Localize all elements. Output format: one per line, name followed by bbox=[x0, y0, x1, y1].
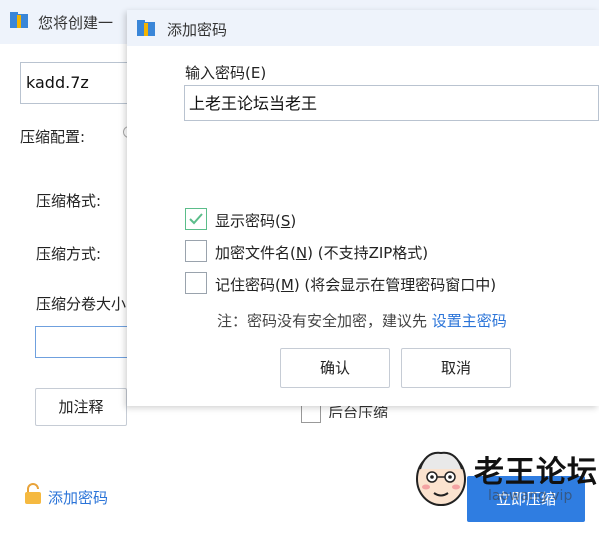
remember-password-checkbox[interactable] bbox=[185, 272, 207, 294]
format-label: 压缩格式: bbox=[36, 192, 102, 210]
password-label: 输入密码(E) bbox=[185, 64, 267, 82]
remember-password-label: 记住密码(M) (将会显示在管理密码窗口中) bbox=[215, 276, 497, 294]
archive-icon bbox=[10, 12, 28, 28]
add-password-link[interactable]: 添加密码 bbox=[48, 487, 108, 508]
encrypt-filenames-checkbox[interactable] bbox=[185, 240, 207, 262]
watermark-face-logo bbox=[408, 443, 474, 509]
compress-config-label: 压缩配置: bbox=[20, 128, 86, 146]
hint-text: 注：密码没有安全加密，建议先 设置主密码 bbox=[217, 312, 507, 330]
lock-icon bbox=[24, 483, 42, 505]
checkmark-icon bbox=[189, 213, 203, 225]
set-master-password-link[interactable]: 设置主密码 bbox=[432, 312, 507, 330]
watermark-sub-text: laowang.vip bbox=[488, 488, 573, 504]
password-value: 上老王论坛当老王 bbox=[189, 94, 318, 113]
show-password-checkbox[interactable] bbox=[185, 208, 207, 230]
background-compress-checkbox[interactable] bbox=[301, 403, 321, 423]
ok-button[interactable]: 确认 bbox=[280, 348, 390, 388]
dialog-title: 添加密码 bbox=[167, 21, 228, 39]
compress-window-title: 您将创建一 bbox=[38, 14, 114, 32]
show-password-label: 显示密码(S) bbox=[215, 212, 297, 230]
split-size-label: 压缩分卷大小 bbox=[36, 295, 127, 313]
filename-value: kadd.7z bbox=[26, 73, 89, 92]
archive-icon bbox=[137, 20, 155, 36]
cancel-button[interactable]: 取消 bbox=[401, 348, 511, 388]
split-size-input[interactable] bbox=[35, 326, 135, 358]
method-label: 压缩方式: bbox=[36, 245, 102, 263]
encrypt-filenames-label: 加密文件名(N) (不支持ZIP格式) bbox=[215, 244, 429, 262]
add-note-button[interactable]: 加注释 bbox=[35, 388, 127, 426]
watermark-logo-text: 老王论坛 bbox=[474, 455, 598, 490]
add-password-dialog: 添加密码 输入密码(E) 上老王论坛当老王 显示密码(S) 加密文件名(N) (… bbox=[127, 10, 599, 406]
